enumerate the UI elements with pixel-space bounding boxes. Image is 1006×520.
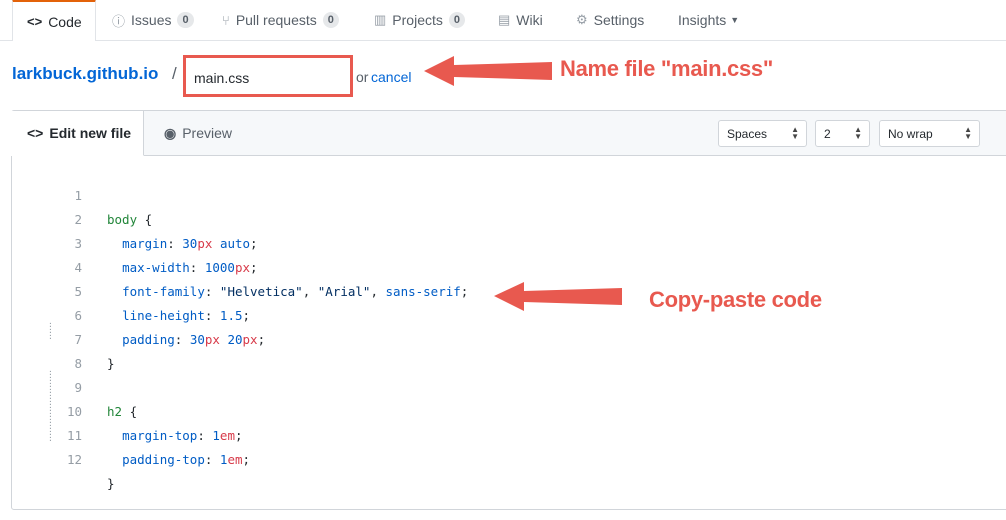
arrow-left-icon bbox=[424, 56, 552, 86]
tab-projects-label: Projects bbox=[392, 12, 443, 28]
book-icon: ▤ bbox=[498, 12, 511, 27]
tab-wiki-label: Wiki bbox=[516, 12, 543, 28]
code-brace: { bbox=[122, 404, 138, 419]
tab-edit-new-file[interactable]: <> Edit new file bbox=[11, 111, 144, 156]
css-unit: px bbox=[234, 260, 251, 275]
css-property: max-width bbox=[122, 260, 190, 275]
code-line: 3 max-width: 1000px; bbox=[12, 208, 257, 275]
line-number: 12 bbox=[66, 452, 82, 467]
css-selector: h2 bbox=[107, 404, 123, 419]
gutter-dots: :::::::::::: bbox=[48, 368, 53, 443]
tab-issues[interactable]: ⓘ Issues 0 bbox=[112, 0, 194, 40]
css-string: "Helvetica" bbox=[219, 284, 303, 299]
editor-header: <> Edit new file ◉ Preview Spaces ▲ ▼ 2 ▲… bbox=[11, 111, 1006, 156]
tab-pull-requests[interactable]: ⑂ Pull requests 0 bbox=[222, 0, 339, 40]
css-unit: em bbox=[227, 452, 243, 467]
filename-input[interactable] bbox=[192, 67, 346, 89]
css-property: margin bbox=[122, 236, 168, 251]
tab-code-label: Code bbox=[48, 13, 82, 30]
code-line: 4 font-family: "Helvetica", "Arial", san… bbox=[12, 232, 468, 299]
tab-preview-label: Preview bbox=[182, 125, 233, 141]
css-string: "Arial" bbox=[317, 284, 371, 299]
tab-insights[interactable]: Insights ▼ bbox=[678, 0, 739, 40]
tab-code[interactable]: <> Code bbox=[12, 0, 96, 41]
code-icon: <> bbox=[27, 14, 43, 29]
projects-counter: 0 bbox=[448, 12, 465, 28]
css-unit: em bbox=[219, 428, 235, 443]
code-brace: { bbox=[137, 212, 153, 227]
pull-request-icon: ⑂ bbox=[222, 12, 230, 28]
tab-projects[interactable]: ▥ Projects 0 bbox=[374, 0, 465, 40]
issue-icon: ⓘ bbox=[112, 13, 126, 29]
css-property: line-height bbox=[122, 308, 205, 323]
css-property: font-family bbox=[122, 284, 205, 299]
indent-mode-select[interactable]: Spaces ▲ ▼ bbox=[718, 120, 807, 147]
css-keyword: auto bbox=[219, 236, 251, 251]
indent-size-value: 2 bbox=[824, 126, 831, 141]
css-number: 1 bbox=[212, 428, 220, 443]
repo-link[interactable]: larkbuck.github.io bbox=[12, 64, 158, 84]
css-number: 30 bbox=[189, 332, 205, 347]
repo-nav: <> Code ⓘ Issues 0 ⑂ Pull requests 0 ▥ P… bbox=[0, 0, 1006, 41]
project-icon: ▥ bbox=[374, 12, 387, 27]
css-selector: body bbox=[107, 212, 138, 227]
css-property: padding-top bbox=[122, 452, 205, 467]
code-line: 5 line-height: 1.5; bbox=[12, 256, 250, 323]
file-editor: <> Edit new file ◉ Preview Spaces ▲ ▼ 2 ▲… bbox=[11, 110, 1006, 510]
tab-insights-label: Insights bbox=[678, 12, 727, 28]
css-number: 30 bbox=[182, 236, 198, 251]
breadcrumb-separator: / bbox=[172, 64, 177, 83]
tab-pull-requests-label: Pull requests bbox=[235, 12, 317, 28]
issues-counter: 0 bbox=[177, 12, 194, 28]
tab-issues-label: Issues bbox=[131, 12, 172, 28]
css-number: 20 bbox=[227, 332, 243, 347]
css-unit: px bbox=[204, 332, 220, 347]
tab-wiki[interactable]: ▤ Wiki bbox=[498, 0, 543, 40]
tab-edit-label: Edit new file bbox=[49, 125, 132, 141]
tab-settings[interactable]: ⚙ Settings bbox=[576, 0, 644, 40]
indent-mode-value: Spaces bbox=[727, 126, 768, 141]
pull-requests-counter: 0 bbox=[322, 12, 339, 28]
css-unit: px bbox=[242, 332, 258, 347]
css-property: margin-top bbox=[122, 428, 198, 443]
tab-preview[interactable]: ◉ Preview bbox=[164, 111, 232, 155]
gutter-dots: ::: bbox=[48, 320, 53, 341]
code-brace: } bbox=[107, 476, 115, 491]
code-brace: } bbox=[107, 356, 115, 371]
cancel-link[interactable]: cancel bbox=[371, 69, 411, 85]
chevron-down-icon: ▼ bbox=[730, 15, 740, 25]
select-arrows-icon: ▲ ▼ bbox=[854, 125, 862, 141]
code-icon: <> bbox=[27, 125, 44, 141]
code-line: 1 body { bbox=[12, 160, 152, 227]
wrap-mode-select[interactable]: No wrap ▲ ▼ bbox=[879, 120, 980, 147]
select-arrows-icon: ▲ ▼ bbox=[964, 125, 972, 141]
css-number: 1.5 bbox=[219, 308, 243, 323]
annotation-name-file: Name file "main.css" bbox=[560, 56, 773, 81]
css-unit: px bbox=[197, 236, 213, 251]
gear-icon: ⚙ bbox=[576, 12, 588, 27]
code-line: 2 margin: 30px auto; bbox=[12, 184, 257, 251]
wrap-mode-value: No wrap bbox=[888, 126, 933, 141]
code-line: 6 padding: 30px 20px; bbox=[12, 280, 265, 347]
eye-icon: ◉ bbox=[164, 124, 177, 141]
indent-size-select[interactable]: 2 ▲ ▼ bbox=[815, 120, 870, 147]
css-property: padding bbox=[122, 332, 175, 347]
css-keyword: sans-serif bbox=[385, 284, 461, 299]
tab-settings-label: Settings bbox=[593, 12, 645, 28]
select-arrows-icon: ▲ ▼ bbox=[791, 125, 799, 141]
or-text: or bbox=[356, 69, 369, 85]
filename-highlight-box bbox=[183, 55, 353, 97]
css-number: 1000 bbox=[204, 260, 235, 275]
